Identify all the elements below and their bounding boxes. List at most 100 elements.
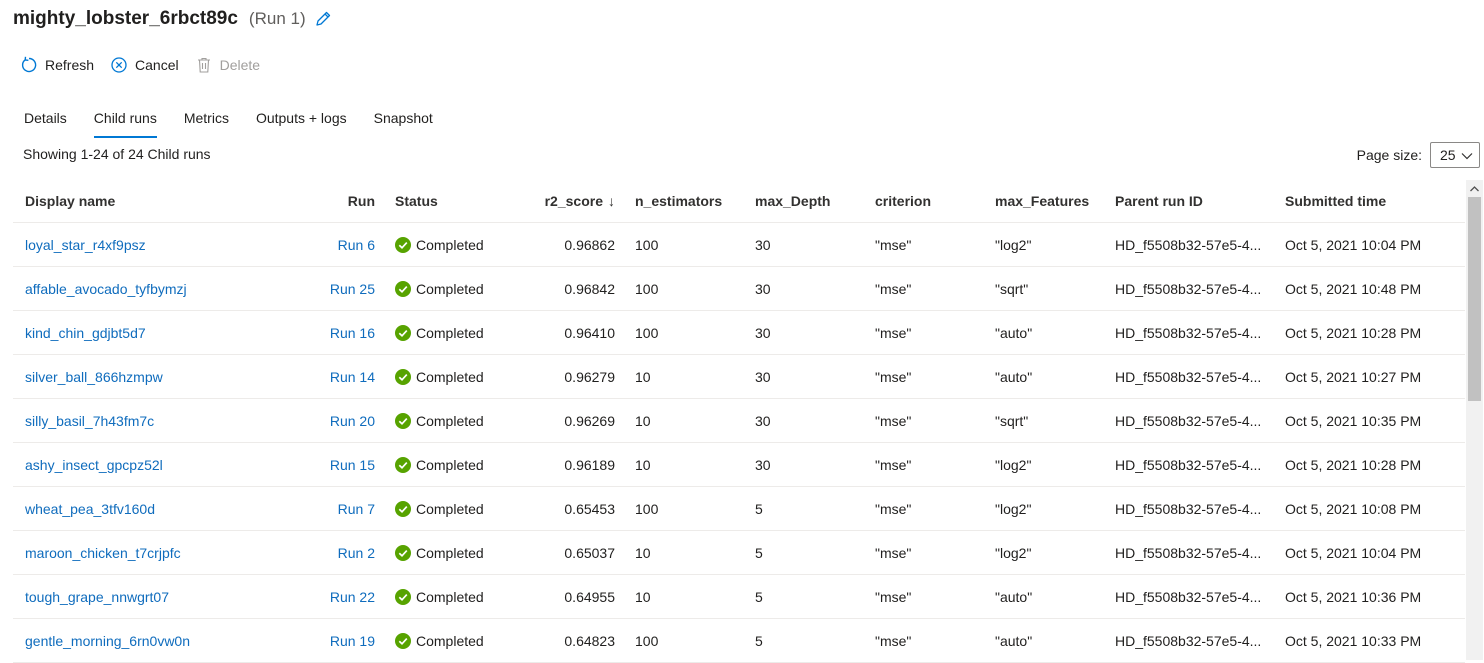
run-display-name-link[interactable]: kind_chin_gdjbt5d7 bbox=[25, 325, 146, 341]
column-header-run[interactable]: Run bbox=[313, 180, 375, 222]
column-header-n-estimators[interactable]: n_estimators bbox=[635, 180, 722, 222]
max-depth-cell: 5 bbox=[755, 500, 763, 517]
table-row[interactable]: ashy_insect_gpcpz52l Run 15 Completed 0.961… bbox=[13, 443, 1465, 487]
run-link[interactable]: Run 2 bbox=[338, 545, 375, 561]
table-row[interactable]: kind_chin_gdjbt5d7 Run 16 Completed 0.96410… bbox=[13, 311, 1465, 355]
max-features-cell: "log2" bbox=[995, 456, 1032, 473]
delete-label: Delete bbox=[219, 57, 261, 73]
column-header-criterion[interactable]: criterion bbox=[875, 180, 931, 222]
max-features-cell: "auto" bbox=[995, 632, 1033, 649]
status-cell: Completed bbox=[395, 487, 484, 530]
page-header: mighty_lobster_6rbct89c (Run 1) bbox=[13, 6, 332, 32]
n-estimators-cell: 10 bbox=[635, 368, 651, 385]
run-link[interactable]: Run 7 bbox=[338, 501, 375, 517]
status-text: Completed bbox=[416, 588, 484, 605]
scroll-up-arrow-icon[interactable] bbox=[1466, 180, 1483, 197]
vertical-scrollbar[interactable] bbox=[1466, 180, 1483, 660]
run-display-name-link[interactable]: loyal_star_r4xf9psz bbox=[25, 237, 146, 253]
max-features-cell: "auto" bbox=[995, 588, 1033, 605]
status-text: Completed bbox=[416, 412, 484, 429]
r2-score-cell: 0.96410 bbox=[564, 324, 615, 341]
cancel-icon bbox=[110, 56, 128, 74]
check-circle-icon bbox=[395, 280, 411, 297]
run-link[interactable]: Run 19 bbox=[330, 633, 375, 649]
status-text: Completed bbox=[416, 500, 484, 517]
tab-snapshot[interactable]: Snapshot bbox=[374, 108, 433, 138]
max-features-cell: "log2" bbox=[995, 500, 1032, 517]
n-estimators-cell: 10 bbox=[635, 588, 651, 605]
n-estimators-cell: 10 bbox=[635, 412, 651, 429]
r2-score-cell: 0.65453 bbox=[564, 500, 615, 517]
tab-outputs-logs[interactable]: Outputs + logs bbox=[256, 108, 347, 138]
run-link[interactable]: Run 16 bbox=[330, 325, 375, 341]
status-text: Completed bbox=[416, 324, 484, 341]
parent-run-id-cell: HD_f5508b32-57e5-4... bbox=[1115, 236, 1262, 253]
status-cell: Completed bbox=[395, 355, 484, 398]
column-header-max-depth[interactable]: max_Depth bbox=[755, 180, 830, 222]
page-size-dropdown[interactable]: 25 bbox=[1430, 142, 1480, 168]
refresh-button[interactable]: Refresh bbox=[20, 56, 94, 74]
table-body: loyal_star_r4xf9psz Run 6 Completed 0.96862… bbox=[13, 223, 1465, 663]
table-row[interactable]: wheat_pea_3tfv160d Run 7 Completed 0.65453 1… bbox=[13, 487, 1465, 531]
submitted-time-cell: Oct 5, 2021 10:48 PM bbox=[1285, 280, 1422, 297]
delete-button[interactable]: Delete bbox=[195, 56, 260, 74]
column-header-submitted-time[interactable]: Submitted time bbox=[1285, 180, 1386, 222]
run-display-name-link[interactable]: gentle_morning_6rn0vw0n bbox=[25, 633, 190, 649]
column-header-status[interactable]: Status bbox=[395, 180, 438, 222]
max-depth-cell: 30 bbox=[755, 412, 771, 429]
check-circle-icon bbox=[395, 456, 411, 473]
status-text: Completed bbox=[416, 544, 484, 561]
max-depth-cell: 5 bbox=[755, 544, 763, 561]
n-estimators-cell: 100 bbox=[635, 280, 659, 297]
max-features-cell: "auto" bbox=[995, 368, 1033, 385]
column-header-r2-score[interactable]: r2_score ↓ bbox=[533, 180, 615, 222]
tab-child-runs[interactable]: Child runs bbox=[93, 108, 157, 138]
run-display-name-link[interactable]: silver_ball_866hzmpw bbox=[25, 369, 163, 385]
check-circle-icon bbox=[395, 412, 411, 429]
column-header-max-features[interactable]: max_Features bbox=[995, 180, 1089, 222]
status-cell: Completed bbox=[395, 399, 484, 442]
scrollbar-thumb[interactable] bbox=[1468, 197, 1481, 401]
table-row[interactable]: gentle_morning_6rn0vw0n Run 19 Completed 0.… bbox=[13, 619, 1465, 663]
status-text: Completed bbox=[416, 368, 484, 385]
run-link[interactable]: Run 14 bbox=[330, 369, 375, 385]
max-depth-cell: 30 bbox=[755, 280, 771, 297]
table-row[interactable]: silly_basil_7h43fm7c Run 20 Completed 0.962… bbox=[13, 399, 1465, 443]
parent-run-id-cell: HD_f5508b32-57e5-4... bbox=[1115, 500, 1262, 517]
column-header-parent-run-id[interactable]: Parent run ID bbox=[1115, 180, 1203, 222]
tab-metrics[interactable]: Metrics bbox=[184, 108, 229, 138]
r2-score-cell: 0.96189 bbox=[564, 456, 615, 473]
max-features-cell: "log2" bbox=[995, 544, 1032, 561]
tab-details[interactable]: Details bbox=[24, 108, 67, 138]
cancel-button[interactable]: Cancel bbox=[110, 56, 179, 74]
run-display-name-link[interactable]: wheat_pea_3tfv160d bbox=[25, 501, 155, 517]
parent-run-id-cell: HD_f5508b32-57e5-4... bbox=[1115, 368, 1262, 385]
run-link[interactable]: Run 6 bbox=[338, 237, 375, 253]
run-link[interactable]: Run 20 bbox=[330, 413, 375, 429]
table-row[interactable]: tough_grape_nnwgrt07 Run 22 Completed 0.649… bbox=[13, 575, 1465, 619]
page-title: mighty_lobster_6rbct89c bbox=[13, 8, 238, 29]
r2-score-cell: 0.65037 bbox=[564, 544, 615, 561]
run-display-name-link[interactable]: affable_avocado_tyfbymzj bbox=[25, 281, 187, 297]
run-display-name-link[interactable]: ashy_insect_gpcpz52l bbox=[25, 457, 163, 473]
run-display-name-link[interactable]: tough_grape_nnwgrt07 bbox=[25, 589, 169, 605]
criterion-cell: "mse" bbox=[875, 500, 912, 517]
submitted-time-cell: Oct 5, 2021 10:08 PM bbox=[1285, 500, 1422, 517]
table-row[interactable]: loyal_star_r4xf9psz Run 6 Completed 0.96862… bbox=[13, 223, 1465, 267]
criterion-cell: "mse" bbox=[875, 280, 912, 297]
table-row[interactable]: silver_ball_866hzmpw Run 14 Completed 0.962… bbox=[13, 355, 1465, 399]
parent-run-id-cell: HD_f5508b32-57e5-4... bbox=[1115, 280, 1262, 297]
run-display-name-link[interactable]: maroon_chicken_t7crjpfc bbox=[25, 545, 181, 561]
run-display-name-link[interactable]: silly_basil_7h43fm7c bbox=[25, 413, 154, 429]
parent-run-id-cell: HD_f5508b32-57e5-4... bbox=[1115, 544, 1262, 561]
max-features-cell: "log2" bbox=[995, 236, 1032, 253]
parent-run-id-cell: HD_f5508b32-57e5-4... bbox=[1115, 632, 1262, 649]
n-estimators-cell: 10 bbox=[635, 456, 651, 473]
run-link[interactable]: Run 15 bbox=[330, 457, 375, 473]
column-header-display-name[interactable]: Display name bbox=[25, 180, 115, 222]
table-row[interactable]: maroon_chicken_t7crjpfc Run 2 Completed 0.6… bbox=[13, 531, 1465, 575]
table-row[interactable]: affable_avocado_tyfbymzj Run 25 Completed 0… bbox=[13, 267, 1465, 311]
run-link[interactable]: Run 22 bbox=[330, 589, 375, 605]
run-link[interactable]: Run 25 bbox=[330, 281, 375, 297]
pencil-icon[interactable] bbox=[314, 10, 332, 28]
